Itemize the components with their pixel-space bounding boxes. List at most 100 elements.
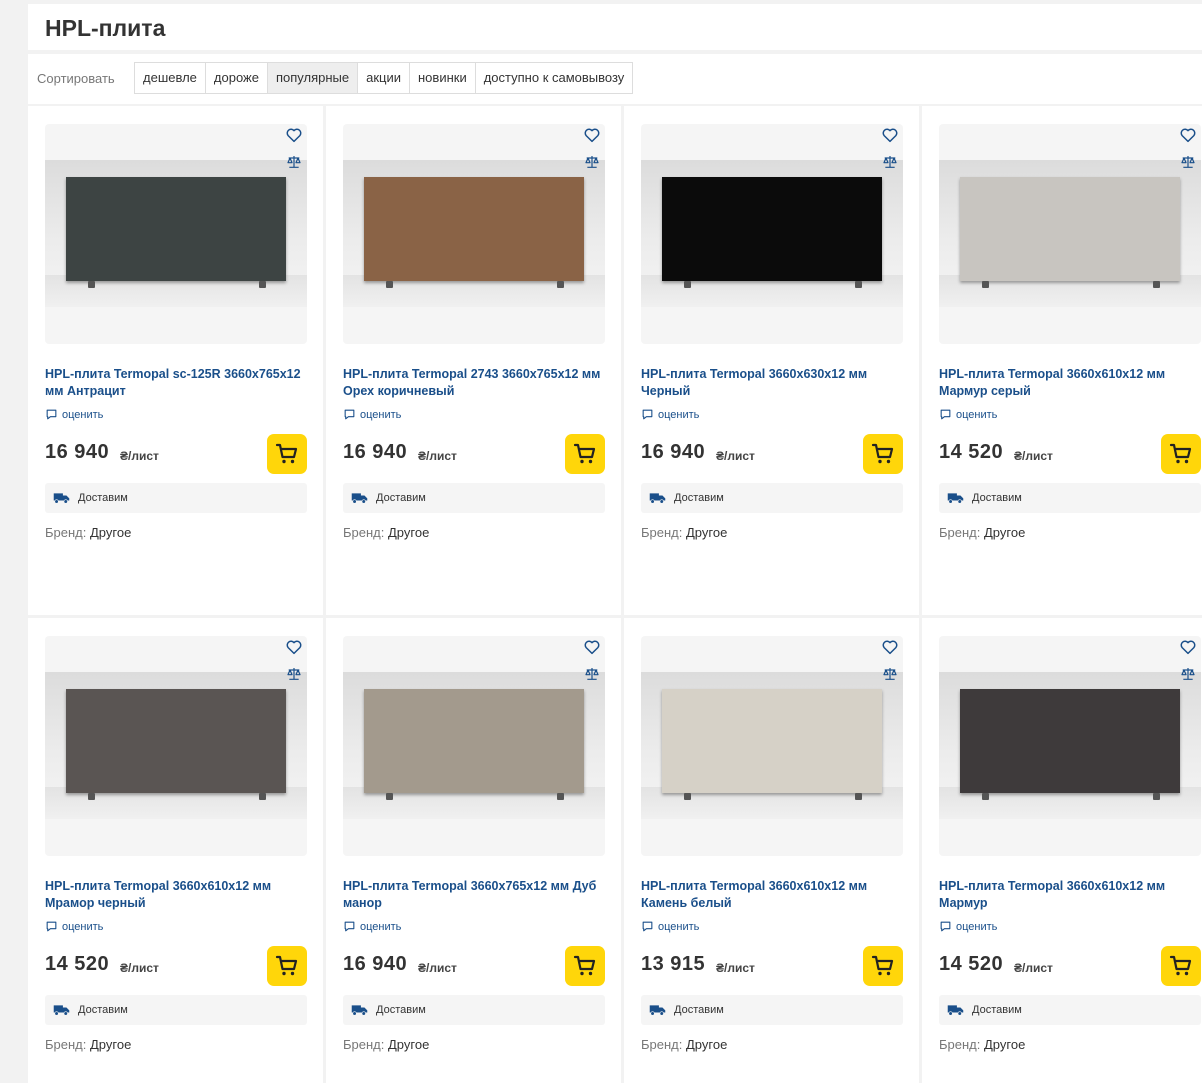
rate-label: оценить [956,920,998,933]
sort-option-new[interactable]: новинки [410,63,476,93]
heart-icon[interactable] [881,126,899,144]
cart-icon [275,443,298,464]
product-name[interactable]: HPL-плита Termopal sc-125R 3660x765x12 м… [45,366,307,400]
add-to-cart-button[interactable] [267,434,307,474]
product-name[interactable]: HPL-плита Termopal 3660x630x12 мм Черный [641,366,903,400]
product-name[interactable]: HPL-плита Termopal 3660x610x12 мм Камень… [641,878,903,912]
brand-label: Бренд: [343,1037,385,1052]
product-brand: Бренд: Другое [343,525,429,540]
hpl-panel-swatch [662,177,882,281]
heart-icon[interactable] [583,126,601,144]
product-brand: Бренд: Другое [343,1037,429,1052]
product-name[interactable]: HPL-плита Termopal 2743 3660x765x12 мм О… [343,366,605,400]
product-card: HPL-плита Termopal sc-125R 3660x765x12 м… [28,106,323,615]
sort-option-expensive[interactable]: дороже [205,63,268,93]
product-price: 14 520 [939,953,1004,975]
product-price: 14 520 [939,441,1004,463]
delivery-info: Доставим [641,995,903,1025]
product-name[interactable]: HPL-плита Termopal 3660x610x12 мм Мармур… [939,366,1201,400]
product-name[interactable]: HPL-плита Termopal 3660x765x12 мм Дуб ма… [343,878,605,912]
cart-icon [1169,955,1192,976]
delivery-label: Доставим [78,492,128,504]
hpl-panel-swatch [66,177,286,281]
heart-icon[interactable] [285,638,303,656]
rate-link[interactable]: оценить [45,920,103,933]
scales-icon[interactable] [882,154,898,170]
cart-icon [1169,443,1192,464]
product-brand: Бренд: Другое [45,1037,131,1052]
delivery-info: Доставим [939,995,1201,1025]
truck-icon [649,493,666,504]
rate-link[interactable]: оценить [641,920,699,933]
product-image[interactable] [45,124,307,344]
truck-icon [947,493,964,504]
product-image[interactable] [939,124,1201,344]
scales-icon[interactable] [584,154,600,170]
heart-icon[interactable] [1179,638,1197,656]
rate-link[interactable]: оценить [343,920,401,933]
heart-icon[interactable] [583,638,601,656]
price-unit: ₴/лист [1014,449,1053,463]
sort-option-promotions[interactable]: акции [358,63,410,93]
add-to-cart-button[interactable] [565,434,605,474]
hpl-panel-swatch [66,689,286,793]
comment-icon [642,921,653,932]
brand-value: Другое [686,525,728,540]
brand-value: Другое [90,525,132,540]
rate-link[interactable]: оценить [939,920,997,933]
product-card: HPL-плита Termopal 3660x610x12 мм Мрамор… [28,618,323,1083]
rate-label: оценить [62,408,104,421]
product-name[interactable]: HPL-плита Termopal 3660x610x12 мм Мрамор… [45,878,307,912]
scales-icon[interactable] [286,666,302,682]
add-to-cart-button[interactable] [863,946,903,986]
delivery-info: Доставим [45,995,307,1025]
product-price: 14 520 [45,953,110,975]
heart-icon[interactable] [285,126,303,144]
comment-icon [940,921,951,932]
page-title: HPL-плита [45,15,166,41]
product-image[interactable] [343,636,605,856]
product-image[interactable] [641,124,903,344]
add-to-cart-button[interactable] [1161,946,1201,986]
product-name[interactable]: HPL-плита Termopal 3660x610x12 мм Мармур [939,878,1201,912]
truck-icon [649,1005,666,1016]
cart-icon [871,443,894,464]
brand-value: Другое [984,1037,1026,1052]
delivery-label: Доставим [674,492,724,504]
truck-icon [53,1005,70,1016]
add-to-cart-button[interactable] [863,434,903,474]
add-to-cart-button[interactable] [565,946,605,986]
product-image[interactable] [45,636,307,856]
scales-icon[interactable] [1180,666,1196,682]
product-card: HPL-плита Termopal 3660x610x12 мм Мармур… [922,106,1202,615]
product-image[interactable] [343,124,605,344]
product-image[interactable] [939,636,1201,856]
scales-icon[interactable] [286,154,302,170]
add-to-cart-button[interactable] [267,946,307,986]
sort-option-pickup[interactable]: доступно к самовывозу [475,63,633,93]
product-card: HPL-плита Termopal 3660x610x12 мм Камень… [624,618,919,1083]
sort-option-cheaper[interactable]: дешевле [135,63,206,93]
rate-link[interactable]: оценить [45,408,103,421]
scales-icon[interactable] [882,666,898,682]
add-to-cart-button[interactable] [1161,434,1201,474]
rate-link[interactable]: оценить [939,408,997,421]
hpl-panel-swatch [662,689,882,793]
scales-icon[interactable] [584,666,600,682]
delivery-label: Доставим [78,1004,128,1016]
product-image[interactable] [641,636,903,856]
sort-option-popular[interactable]: популярные [267,63,359,93]
heart-icon[interactable] [1179,126,1197,144]
rate-link[interactable]: оценить [343,408,401,421]
rate-link[interactable]: оценить [641,408,699,421]
brand-label: Бренд: [641,1037,683,1052]
truck-icon [947,1005,964,1016]
cart-icon [275,955,298,976]
brand-label: Бренд: [939,525,981,540]
brand-value: Другое [984,525,1026,540]
comment-icon [344,921,355,932]
brand-value: Другое [388,1037,430,1052]
truck-icon [351,493,368,504]
scales-icon[interactable] [1180,154,1196,170]
heart-icon[interactable] [881,638,899,656]
